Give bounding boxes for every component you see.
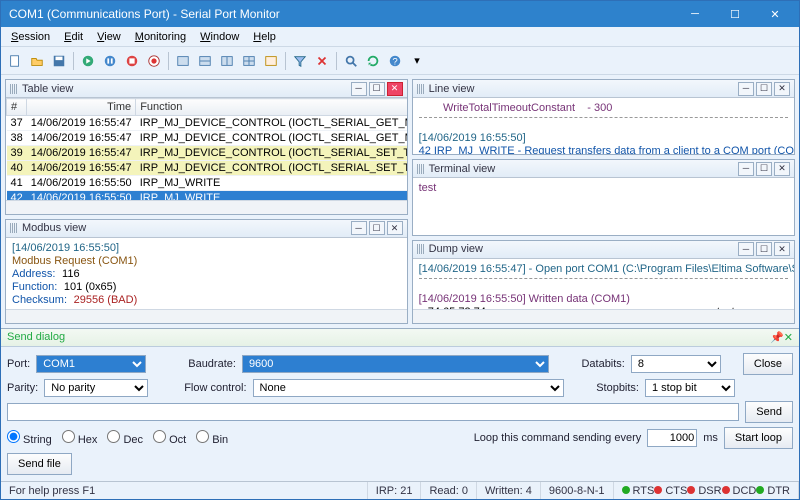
startloop-button[interactable]: Start loop (724, 427, 793, 449)
minimize-button[interactable]: ─ (675, 1, 715, 27)
close-icon[interactable]: ✕ (784, 331, 793, 344)
close-button[interactable]: ✕ (755, 1, 795, 27)
save-icon[interactable] (49, 51, 69, 71)
svg-text:?: ? (392, 56, 397, 67)
send-dialog: Send dialog📌 ✕ Port: COM1 Baudrate: 9600… (1, 328, 799, 481)
modbus-content[interactable]: [14/06/2019 16:55:50] Modbus Request (CO… (6, 238, 407, 309)
view3-icon[interactable] (217, 51, 237, 71)
menu-window[interactable]: Window (194, 29, 245, 45)
stopbits-select[interactable]: 1 stop bit (645, 379, 735, 397)
pane-modbus: Modbus view─☐✕ [14/06/2019 16:55:50] Mod… (5, 219, 408, 324)
radio-bin[interactable]: Bin (196, 430, 228, 446)
pane-terminal: Terminal view─☐✕ test (412, 159, 795, 235)
menu-edit[interactable]: Edit (58, 29, 89, 45)
help-icon[interactable]: ? (385, 51, 405, 71)
find-icon[interactable] (341, 51, 361, 71)
pin-icon[interactable]: 📌 (770, 331, 784, 344)
send-button[interactable]: Send (745, 401, 793, 423)
table[interactable]: # Time Function Direct... 3714/06/2019 1… (6, 98, 407, 200)
new-icon[interactable] (5, 51, 25, 71)
databits-select[interactable]: 8 (631, 355, 721, 373)
pane-line: Line view─☐✕ WriteTotalTimeoutConstant -… (412, 79, 795, 155)
radio-oct[interactable]: Oct (153, 430, 186, 446)
table-row[interactable]: 3814/06/2019 16:55:47IRP_MJ_DEVICE_CONTR… (7, 131, 407, 146)
maximize-button[interactable]: ☐ (715, 1, 755, 27)
view5-icon[interactable] (261, 51, 281, 71)
table-row[interactable]: 4214/06/2019 16:55:50IRP_MJ_WRITEUP (7, 191, 407, 200)
statusbar: For help press F1 IRP: 21 Read: 0 Writte… (1, 481, 799, 499)
parity-select[interactable]: No parity (44, 379, 148, 397)
table-row[interactable]: 3714/06/2019 16:55:47IRP_MJ_DEVICE_CONTR… (7, 116, 407, 131)
menu-monitoring[interactable]: Monitoring (129, 29, 192, 45)
view1-icon[interactable] (173, 51, 193, 71)
port-select[interactable]: COM1 (36, 355, 146, 373)
baud-select[interactable]: 9600 (242, 355, 550, 373)
table-row[interactable]: 4114/06/2019 16:55:50IRP_MJ_WRITEDOWN (7, 176, 407, 191)
pane-min-icon[interactable]: ─ (351, 82, 367, 96)
titlebar: COM1 (Communications Port) - Serial Port… (1, 1, 799, 27)
clear-icon[interactable] (312, 51, 332, 71)
toolbar: ? ▾ (1, 47, 799, 75)
send-input[interactable] (7, 403, 739, 421)
radio-string[interactable]: String (7, 430, 52, 446)
pause-icon[interactable] (100, 51, 120, 71)
pane-table: Table view ─☐✕ # Time Function Direct... … (5, 79, 408, 215)
pane-max-icon[interactable]: ☐ (369, 82, 385, 96)
pane-close-icon[interactable]: ✕ (387, 82, 403, 96)
open-icon[interactable] (27, 51, 47, 71)
window-title: COM1 (Communications Port) - Serial Port… (5, 7, 675, 21)
menu-help[interactable]: Help (247, 29, 282, 45)
flow-select[interactable]: None (253, 379, 565, 397)
menu-view[interactable]: View (91, 29, 127, 45)
dropdown-icon[interactable]: ▾ (407, 51, 427, 71)
record-icon[interactable] (144, 51, 164, 71)
close-button[interactable]: Close (743, 353, 793, 375)
stop-icon[interactable] (122, 51, 142, 71)
sendfile-button[interactable]: Send file (7, 453, 72, 475)
pane-title: Table view (22, 83, 73, 95)
workspace: Table view ─☐✕ # Time Function Direct... … (1, 75, 799, 328)
play-icon[interactable] (78, 51, 98, 71)
loop-interval[interactable] (647, 429, 697, 447)
table-row[interactable]: 3914/06/2019 16:55:47IRP_MJ_DEVICE_CONTR… (7, 146, 407, 161)
menubar: Session Edit View Monitoring Window Help (1, 27, 799, 47)
radio-dec[interactable]: Dec (107, 430, 143, 446)
format-radios: String Hex Dec Oct Bin (7, 430, 228, 446)
menu-session[interactable]: Session (5, 29, 56, 45)
table-row[interactable]: 4014/06/2019 16:55:47IRP_MJ_DEVICE_CONTR… (7, 161, 407, 176)
view4-icon[interactable] (239, 51, 259, 71)
refresh-icon[interactable] (363, 51, 383, 71)
radio-hex[interactable]: Hex (62, 430, 98, 446)
pane-dump: Dump view─☐✕ [14/06/2019 16:55:47] - Ope… (412, 240, 795, 325)
filter-icon[interactable] (290, 51, 310, 71)
view2-icon[interactable] (195, 51, 215, 71)
